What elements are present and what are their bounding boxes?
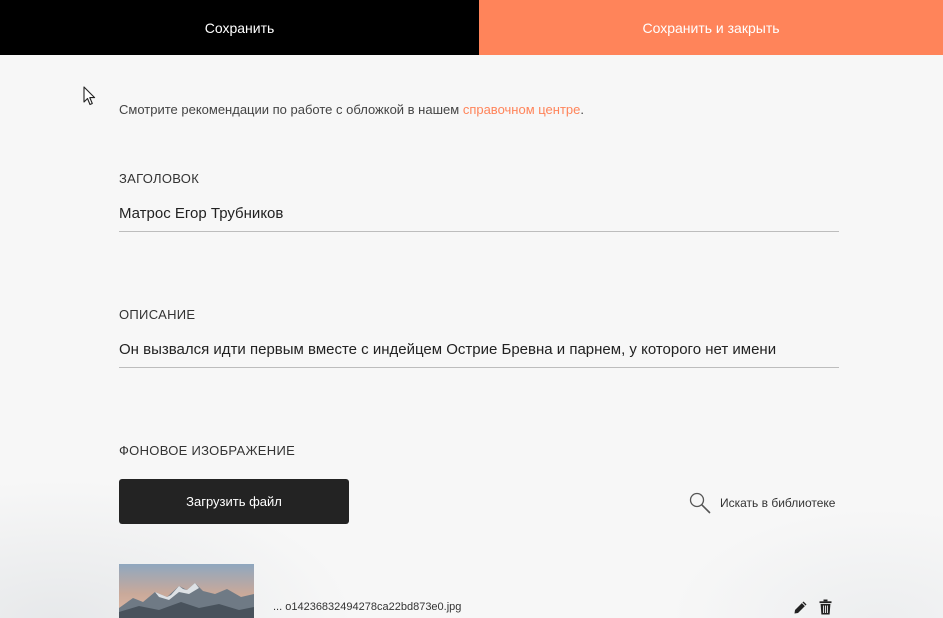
- mountain-thumbnail[interactable]: [119, 564, 254, 618]
- help-hint: Смотрите рекомендации по работе с обложк…: [119, 102, 584, 117]
- mouse-pointer-icon: [83, 86, 96, 106]
- top-toolbar: Сохранить Сохранить и закрыть: [0, 0, 943, 55]
- upload-file-button[interactable]: Загрузить файл: [119, 479, 349, 524]
- search-library-label: Искать в библиотеке: [720, 496, 836, 510]
- hint-text: Смотрите рекомендации по работе с обложк…: [119, 102, 463, 117]
- description-label: ОПИСАНИЕ: [119, 307, 196, 322]
- background-image-label: ФОНОВОЕ ИЗОБРАЖЕНИЕ: [119, 443, 296, 458]
- search-library-link[interactable]: Искать в библиотеке: [689, 492, 835, 514]
- help-center-link[interactable]: справочном центре: [463, 102, 581, 117]
- hint-period: .: [580, 102, 584, 117]
- title-input[interactable]: [119, 196, 839, 232]
- trash-icon[interactable]: [819, 599, 832, 615]
- save-button[interactable]: Сохранить: [0, 0, 479, 55]
- mountain-thumbnail-image: [119, 564, 254, 618]
- title-label: ЗАГОЛОВОК: [119, 171, 200, 186]
- magnifier-icon: [689, 492, 711, 514]
- description-input[interactable]: [119, 332, 839, 368]
- pencil-icon[interactable]: [793, 600, 808, 615]
- uploaded-file-name: ... o14236832494278ca22bd873e0.jpg: [273, 601, 462, 613]
- save-and-close-button[interactable]: Сохранить и закрыть: [479, 0, 943, 55]
